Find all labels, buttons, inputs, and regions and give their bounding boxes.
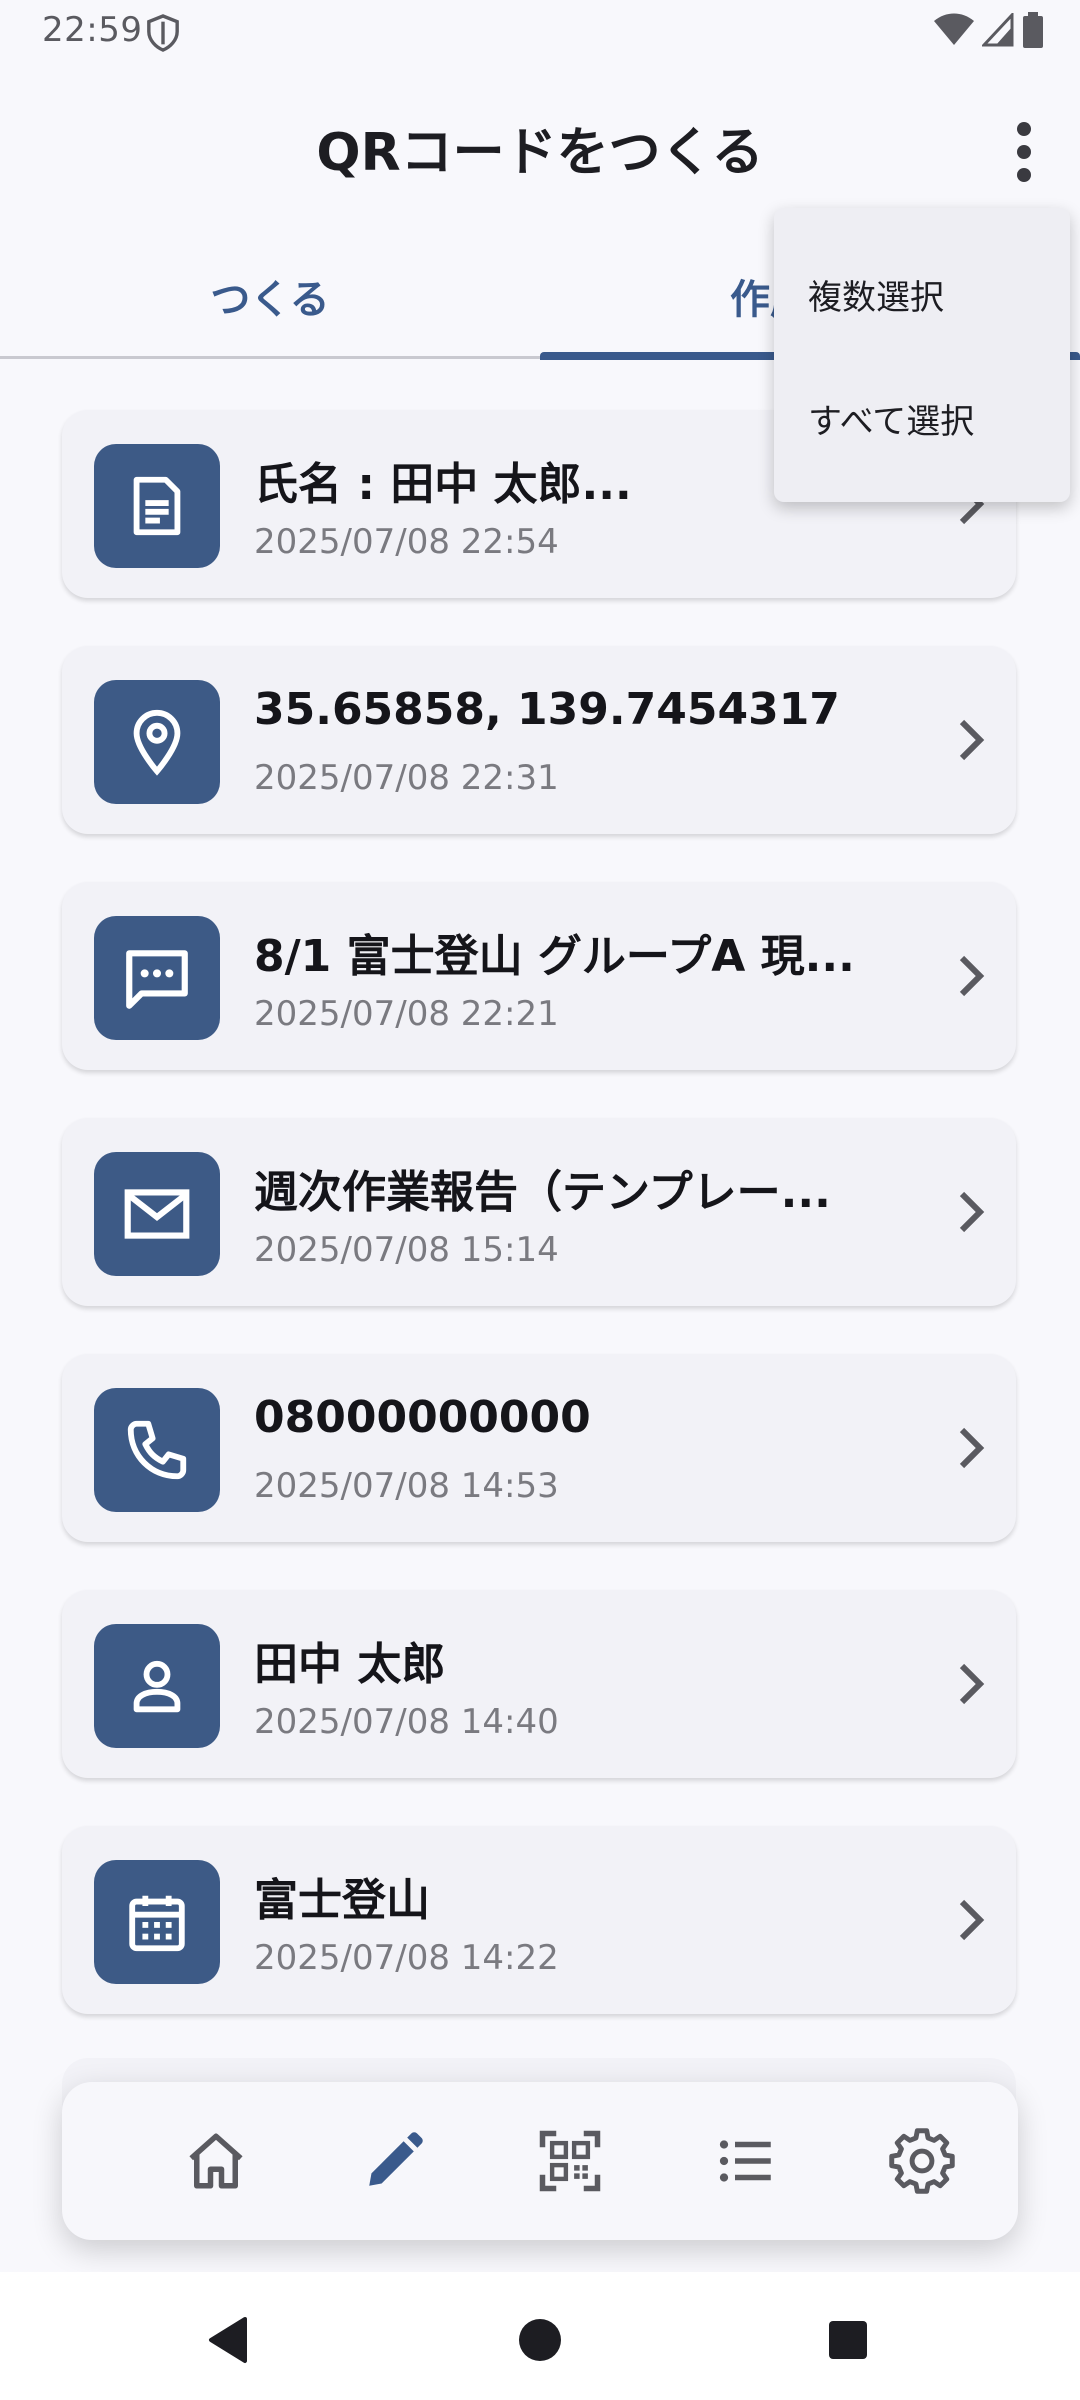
- history-item-date: 2025/07/08 14:53: [254, 1466, 559, 1506]
- history-item-icon-tile: [94, 1152, 220, 1276]
- nav-list[interactable]: [706, 2121, 786, 2201]
- shield-icon: [147, 14, 179, 52]
- system-home-button[interactable]: [510, 2310, 570, 2370]
- gear-icon: [889, 2128, 955, 2194]
- history-item-icon-tile: [94, 680, 220, 804]
- history-item[interactable]: 田中 太郎 2025/07/08 14:40: [62, 1590, 1016, 1778]
- history-item-title: 週次作業報告（テンプレー...: [254, 1167, 831, 1218]
- qr-scan-icon: [539, 2130, 601, 2192]
- history-list: 氏名 : 田中 太郎... 2025/07/08 22:54 35.65858,…: [62, 410, 1018, 2062]
- history-item-icon-tile: [94, 1388, 220, 1512]
- page-title: QRコードをつくる: [316, 123, 764, 183]
- more-options-button[interactable]: [994, 112, 1054, 192]
- history-item-date: 2025/07/08 14:40: [254, 1702, 559, 1742]
- person-icon: [133, 1660, 181, 1713]
- history-item-date: 2025/07/08 15:14: [254, 1230, 559, 1270]
- overflow-menu: 複数選択 すべて選択: [774, 208, 1070, 502]
- mail-icon: [124, 1189, 190, 1239]
- location-pin-icon: [133, 709, 181, 776]
- menu-item-select-all[interactable]: すべて選択: [774, 358, 1070, 478]
- chevron-right-icon: [959, 1663, 985, 1705]
- history-item-date: 2025/07/08 22:31: [254, 758, 559, 798]
- history-item-icon-tile: [94, 444, 220, 568]
- system-recents-button[interactable]: [818, 2310, 878, 2370]
- history-item[interactable]: 8/1 富士登山 グループA 現... 2025/07/08 22:21: [62, 882, 1016, 1070]
- history-item-title: 田中 太郎: [254, 1639, 446, 1690]
- chevron-right-icon: [959, 1191, 985, 1233]
- app-bar: QRコードをつくる: [0, 90, 1080, 210]
- chevron-right-icon: [959, 955, 985, 997]
- system-back-button[interactable]: [198, 2310, 258, 2370]
- menu-item-multi-select[interactable]: 複数選択: [774, 234, 1070, 354]
- home-circle-icon: [519, 2319, 561, 2361]
- bottom-nav: [62, 2082, 1018, 2240]
- document-icon: [133, 476, 181, 536]
- back-triangle-icon: [209, 2317, 247, 2363]
- chevron-right-icon: [959, 1427, 985, 1469]
- history-item-title: 8/1 富士登山 グループA 現...: [254, 931, 855, 982]
- status-time: 22:59: [42, 10, 143, 50]
- chevron-right-icon: [959, 1899, 985, 1941]
- message-icon: [126, 950, 188, 1009]
- nav-create[interactable]: [354, 2121, 434, 2201]
- history-item-title: 富士登山: [254, 1875, 430, 1926]
- recents-square-icon: [829, 2321, 867, 2359]
- more-vertical-icon: [1017, 122, 1031, 182]
- phone-icon: [127, 1420, 187, 1480]
- system-nav-bar: [0, 2272, 1080, 2400]
- history-item[interactable]: 富士登山 2025/07/08 14:22: [62, 1826, 1016, 2014]
- history-item-title: 08000000000: [254, 1392, 591, 1443]
- history-item-date: 2025/07/08 22:21: [254, 994, 559, 1034]
- calendar-icon: [129, 1895, 185, 1952]
- history-item-icon-tile: [94, 916, 220, 1040]
- nav-scan[interactable]: [530, 2121, 610, 2201]
- history-item[interactable]: 35.65858, 139.7454317 2025/07/08 22:31: [62, 646, 1016, 834]
- chevron-right-icon: [959, 719, 985, 761]
- nav-settings[interactable]: [882, 2121, 962, 2201]
- nav-home[interactable]: [176, 2121, 256, 2201]
- status-bar: 22:59: [0, 0, 1080, 62]
- home-icon: [189, 2133, 243, 2189]
- tab-create[interactable]: つくる: [0, 240, 540, 352]
- wifi-icon: [934, 13, 974, 45]
- status-icons: [934, 12, 1044, 48]
- history-item-icon-tile: [94, 1624, 220, 1748]
- history-item-icon-tile: [94, 1860, 220, 1984]
- history-item-date: 2025/07/08 14:22: [254, 1938, 559, 1978]
- history-item-title: 35.65858, 139.7454317: [254, 684, 840, 735]
- pencil-icon: [369, 2132, 423, 2186]
- signal-icon: [982, 13, 1014, 47]
- history-item[interactable]: 08000000000 2025/07/08 14:53: [62, 1354, 1016, 1542]
- list-icon: [719, 2140, 771, 2182]
- history-item[interactable]: 週次作業報告（テンプレー... 2025/07/08 15:14: [62, 1118, 1016, 1306]
- battery-icon: [1023, 12, 1043, 48]
- history-item-date: 2025/07/08 22:54: [254, 522, 559, 562]
